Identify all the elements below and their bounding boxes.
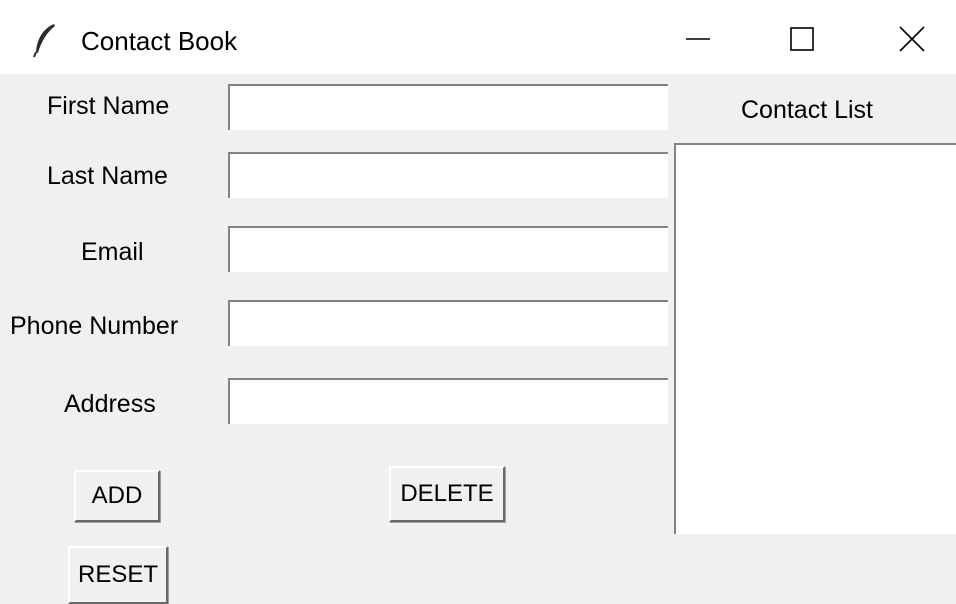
contact-list-label: Contact List: [741, 96, 874, 124]
feather-icon: [32, 22, 58, 58]
last-name-label: Last Name: [47, 162, 168, 190]
phone-number-label: Phone Number: [10, 312, 179, 340]
maximize-icon: [790, 27, 814, 51]
maximize-button[interactable]: [772, 14, 832, 64]
email-field[interactable]: [228, 226, 668, 272]
last-name-field[interactable]: [228, 152, 668, 198]
title-bar[interactable]: Contact Book: [0, 0, 956, 74]
minimize-icon: [686, 38, 710, 40]
delete-button[interactable]: DELETE: [389, 466, 505, 522]
address-label: Address: [64, 390, 156, 418]
phone-number-field[interactable]: [228, 300, 668, 346]
add-button[interactable]: ADD: [74, 470, 160, 522]
reset-button[interactable]: RESET: [68, 546, 168, 604]
minimize-button[interactable]: [668, 14, 728, 64]
close-button[interactable]: [882, 14, 942, 64]
close-icon: [899, 26, 925, 52]
first-name-label: First Name: [47, 92, 170, 120]
window-client-area: First Name Last Name Email Phone Number …: [0, 74, 956, 604]
window-title: Contact Book: [81, 26, 238, 56]
first-name-field[interactable]: [228, 84, 668, 130]
address-field[interactable]: [228, 378, 668, 424]
email-label: Email: [81, 238, 144, 266]
contact-listbox[interactable]: [674, 143, 956, 534]
